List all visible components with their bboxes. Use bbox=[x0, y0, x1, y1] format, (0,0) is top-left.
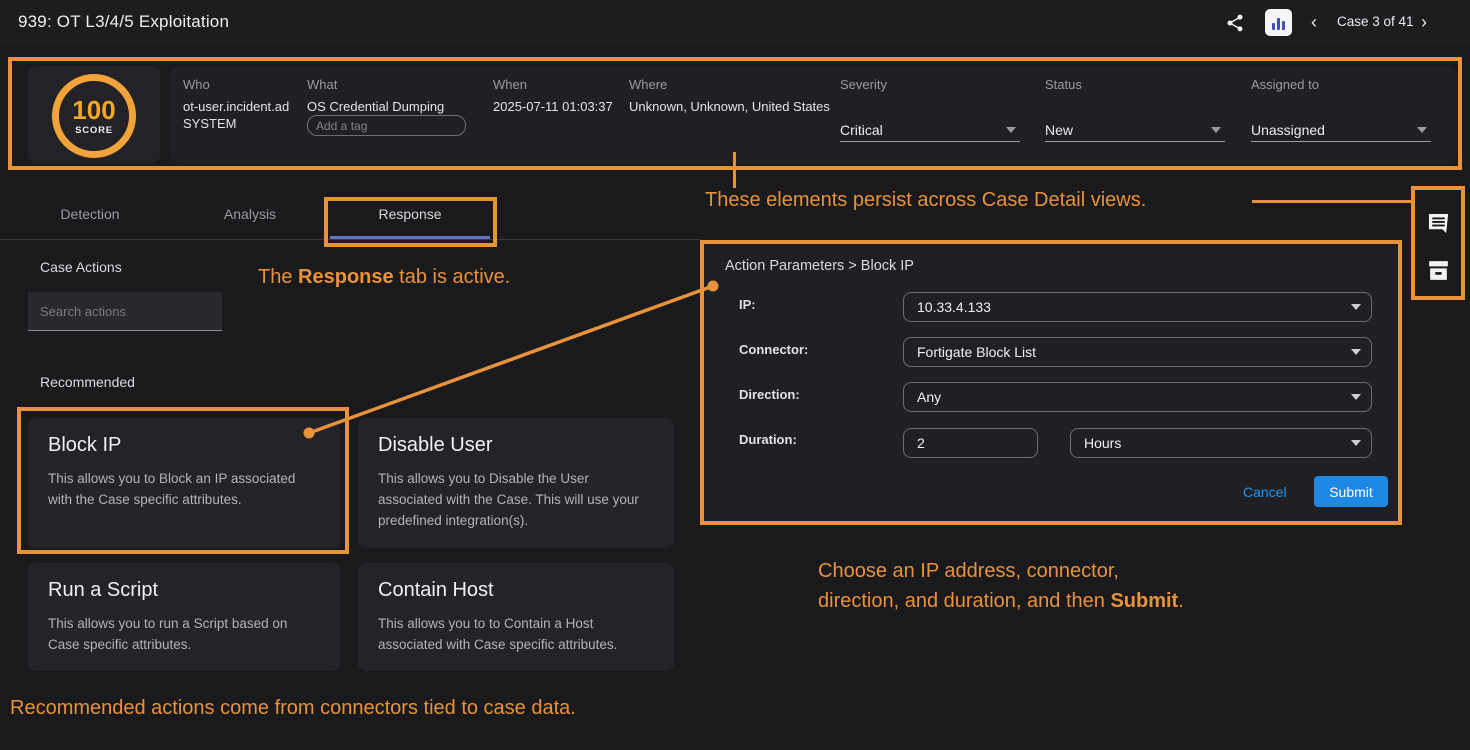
severity-select[interactable]: Critical bbox=[840, 118, 1020, 142]
when-label: When bbox=[493, 77, 527, 92]
comments-button[interactable] bbox=[1426, 211, 1451, 236]
annotation-callout-hline bbox=[1252, 200, 1413, 203]
annotation-callout-vline bbox=[733, 152, 736, 188]
archive-button[interactable] bbox=[1426, 258, 1451, 283]
card-title: Disable User bbox=[378, 434, 654, 457]
score-label: SCORE bbox=[75, 125, 113, 136]
duration-unit-value: Hours bbox=[1071, 435, 1121, 451]
annotation-text-bold: Response bbox=[298, 266, 394, 288]
chevron-left-icon[interactable]: ‹ bbox=[1311, 9, 1317, 35]
status-label: Status bbox=[1045, 77, 1082, 92]
page-title: 939: OT L3/4/5 Exploitation bbox=[18, 12, 229, 32]
score-circle: 100 SCORE bbox=[52, 74, 136, 158]
duration-input[interactable] bbox=[903, 428, 1038, 458]
case-nav-label: Case 3 of 41 bbox=[1337, 14, 1414, 29]
breadcrumb: Action Parameters > Block IP bbox=[725, 258, 914, 274]
chevron-down-icon bbox=[1006, 127, 1016, 133]
what-label: What bbox=[307, 77, 337, 92]
card-title: Run a Script bbox=[48, 579, 320, 602]
duration-label: Duration: bbox=[739, 432, 797, 447]
card-description: This allows you to to Contain a Host ass… bbox=[378, 614, 654, 656]
annotation-text: tab is active. bbox=[394, 266, 511, 288]
where-label: Where bbox=[629, 77, 667, 92]
chart-bar-icon bbox=[1272, 23, 1275, 30]
where-value: Unknown, Unknown, United States bbox=[629, 99, 830, 114]
card-description: This allows you to run a Script based on… bbox=[48, 614, 320, 656]
top-bar: 939: OT L3/4/5 Exploitation ‹ Case 3 of … bbox=[0, 0, 1470, 46]
annotation-text: Choose an IP address, connector, bbox=[818, 560, 1119, 582]
annotation-text: . bbox=[1178, 590, 1184, 612]
direction-value: Any bbox=[904, 389, 941, 405]
card-description: This allows you to Disable the User asso… bbox=[378, 469, 654, 532]
direction-select[interactable]: Any bbox=[903, 382, 1372, 412]
ip-select[interactable]: 10.33.4.133 bbox=[903, 292, 1372, 322]
connector-value: Fortigate Block List bbox=[904, 344, 1036, 360]
share-icon[interactable] bbox=[1222, 10, 1248, 36]
severity-label: Severity bbox=[840, 77, 887, 92]
comment-icon bbox=[1426, 211, 1451, 236]
status-select[interactable]: New bbox=[1045, 118, 1225, 142]
tab-detection[interactable]: Detection bbox=[10, 190, 170, 239]
annotation-text: The bbox=[258, 266, 298, 288]
who-value-line2: SYSTEM bbox=[183, 116, 236, 131]
chevron-down-icon bbox=[1351, 394, 1361, 400]
annotation-recommended: Recommended actions come from connectors… bbox=[10, 697, 576, 720]
who-value-line1: ot-user.incident.ad bbox=[183, 99, 289, 114]
score-value: 100 bbox=[72, 97, 115, 123]
tab-analysis[interactable]: Analysis bbox=[170, 190, 330, 239]
chart-bar-icon bbox=[1277, 18, 1280, 30]
assigned-to-select[interactable]: Unassigned bbox=[1251, 118, 1431, 142]
chevron-right-icon[interactable]: › bbox=[1421, 9, 1427, 35]
direction-label: Direction: bbox=[739, 387, 800, 402]
annotation-persist: These elements persist across Case Detai… bbox=[705, 189, 1146, 212]
chevron-down-icon bbox=[1351, 349, 1361, 355]
assigned-to-value: Unassigned bbox=[1251, 122, 1325, 138]
chevron-down-icon bbox=[1211, 127, 1221, 133]
tab-response[interactable]: Response bbox=[330, 190, 490, 239]
chart-button[interactable] bbox=[1265, 9, 1292, 36]
assigned-to-label: Assigned to bbox=[1251, 77, 1319, 92]
who-label: Who bbox=[183, 77, 210, 92]
annotation-text-bold: Submit bbox=[1110, 590, 1178, 612]
action-card-contain-host[interactable]: Contain Host This allows you to to Conta… bbox=[358, 563, 674, 671]
chevron-down-icon bbox=[1351, 440, 1361, 446]
ip-label: IP: bbox=[739, 297, 756, 312]
when-value: 2025-07-11 01:03:37 bbox=[493, 99, 613, 114]
archive-icon bbox=[1426, 258, 1451, 283]
share-icon-glyph bbox=[1225, 13, 1245, 33]
submit-button[interactable]: Submit bbox=[1314, 476, 1388, 507]
connector-select[interactable]: Fortigate Block List bbox=[903, 337, 1372, 367]
chevron-down-icon bbox=[1351, 304, 1361, 310]
annotation-tab-active: The Response tab is active. bbox=[258, 266, 510, 289]
chart-bar-icon bbox=[1282, 21, 1285, 30]
annotation-choose: Choose an IP address, connector, directi… bbox=[818, 556, 1184, 616]
action-card-run-script[interactable]: Run a Script This allows you to run a Sc… bbox=[28, 563, 340, 671]
cancel-button[interactable]: Cancel bbox=[1243, 484, 1287, 500]
add-tag-input[interactable] bbox=[307, 115, 466, 136]
status-value: New bbox=[1045, 122, 1073, 138]
search-actions-input[interactable] bbox=[28, 292, 222, 331]
tabs-divider bbox=[0, 239, 701, 240]
chevron-down-icon bbox=[1417, 127, 1427, 133]
severity-value: Critical bbox=[840, 122, 883, 138]
recommended-section-title: Recommended bbox=[40, 374, 135, 390]
ip-value: 10.33.4.133 bbox=[904, 299, 991, 315]
action-card-disable-user[interactable]: Disable User This allows you to Disable … bbox=[358, 418, 674, 548]
annotation-text: direction, and duration, and then bbox=[818, 590, 1110, 612]
case-actions-title: Case Actions bbox=[40, 259, 122, 275]
card-title: Contain Host bbox=[378, 579, 654, 602]
what-value: OS Credential Dumping bbox=[307, 99, 444, 114]
card-description: This allows you to Block an IP associate… bbox=[48, 469, 320, 511]
action-card-block-ip[interactable]: Block IP This allows you to Block an IP … bbox=[28, 418, 340, 548]
duration-unit-select[interactable]: Hours bbox=[1070, 428, 1372, 458]
card-title: Block IP bbox=[48, 434, 320, 457]
connector-label: Connector: bbox=[739, 342, 808, 357]
